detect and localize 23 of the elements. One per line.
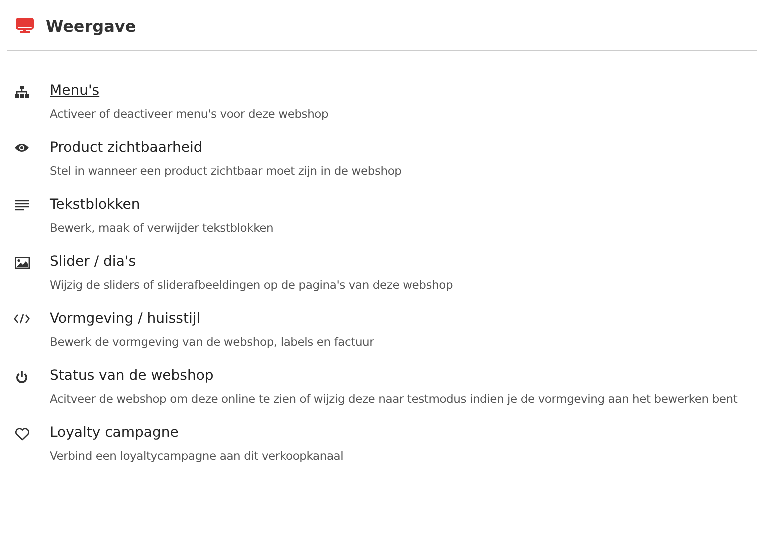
heart-icon <box>14 428 30 441</box>
setting-link[interactable]: Tekstblokken <box>50 196 140 214</box>
setting-description: Activeer of deactiveer menu's voor deze webshop <box>50 106 329 122</box>
setting-description: Bewerk, maak of verwijder tekstblokken <box>50 220 274 236</box>
image-icon <box>14 257 30 269</box>
setting-link[interactable]: Status van de webshop <box>50 367 214 385</box>
setting-link[interactable]: Menu's <box>50 82 100 100</box>
setting-description: Acitveer de webshop om deze online te zien of wijzig deze naar testmodus indien je de vormgeving aan het bewerken bent <box>50 391 738 407</box>
setting-description: Wijzig de sliders of sliderafbeeldingen op de pagina's van deze webshop <box>50 277 454 293</box>
eye-icon <box>15 143 29 153</box>
power-icon <box>16 371 28 384</box>
setting-description: Verbind een loyaltycampagne aan dit verkoopkanaal <box>50 448 344 464</box>
setting-link[interactable]: Product zichtbaarheid <box>50 139 203 157</box>
setting-link[interactable]: Loyalty campagne <box>50 424 179 442</box>
monitor-icon <box>16 18 34 34</box>
setting-description: Bewerk de vormgeving van de webshop, labels en factuur <box>50 334 374 350</box>
code-icon <box>14 314 30 324</box>
setting-link[interactable]: Vormgeving / huisstijl <box>50 310 201 328</box>
section-title: Weergave <box>46 16 136 36</box>
sitemap-icon <box>15 86 29 98</box>
setting-description: Stel in wanneer een product zichtbaar moet zijn in de webshop <box>50 163 402 179</box>
setting-link[interactable]: Slider / dia's <box>50 253 136 271</box>
text-lines-icon <box>15 200 29 211</box>
